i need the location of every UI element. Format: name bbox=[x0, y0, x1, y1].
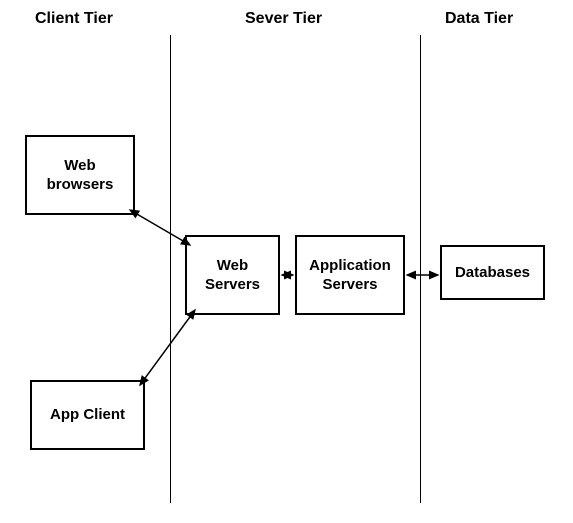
app-client-box: App Client bbox=[30, 380, 145, 450]
server-tier-header: Sever Tier bbox=[245, 10, 322, 28]
web-servers-box: Web Servers bbox=[185, 235, 280, 315]
divider-server-data bbox=[420, 35, 421, 503]
application-servers-box: Application Servers bbox=[295, 235, 405, 315]
client-tier-header: Client Tier bbox=[35, 10, 113, 28]
databases-box: Databases bbox=[440, 245, 545, 300]
data-tier-header: Data Tier bbox=[445, 10, 513, 28]
web-browsers-box: Web browsers bbox=[25, 135, 135, 215]
divider-client-server bbox=[170, 35, 171, 503]
